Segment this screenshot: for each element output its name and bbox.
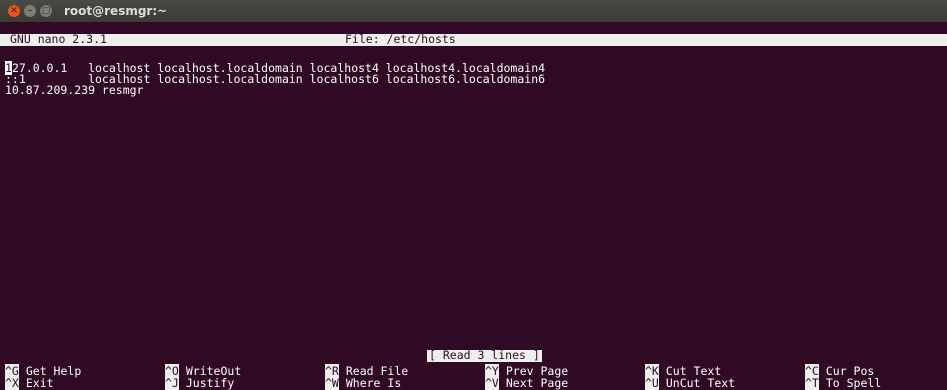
terminal-window: ✕ – □ root@resmgr:~ GNU nano 2.3.1 File:…: [0, 0, 947, 390]
status-message: [ Read 3 lines ]: [427, 348, 542, 362]
shortcut-to-spell[interactable]: ^T To Spell: [805, 376, 881, 390]
shortcut-uncut-text[interactable]: ^U UnCut Text: [645, 376, 735, 390]
shortcut-exit[interactable]: ^X Exit: [5, 376, 54, 390]
shortcut-next-page[interactable]: ^V Next Page: [485, 376, 568, 390]
maximize-icon[interactable]: □: [40, 5, 52, 17]
nano-header-bar: GNU nano 2.3.1 File: /etc/hosts: [0, 32, 947, 46]
minimize-icon[interactable]: –: [24, 5, 36, 17]
window-title: root@resmgr:~: [64, 4, 168, 18]
editor-line-3[interactable]: 10.87.209.239 resmgr: [5, 84, 143, 96]
shortcut-justify[interactable]: ^J Justify: [165, 376, 234, 390]
shortcut-help: ^G Get Help ^O WriteOut ^R Read File ^Y Prev…: [0, 364, 947, 390]
shortcut-where-is[interactable]: ^W Where Is: [325, 376, 401, 390]
window-controls: ✕ – □: [8, 5, 56, 17]
file-name: File: /etc/hosts: [345, 32, 456, 46]
terminal-area[interactable]: GNU nano 2.3.1 File: /etc/hosts 127.0.0.…: [0, 22, 947, 390]
nano-version: GNU nano 2.3.1: [10, 32, 107, 46]
title-bar[interactable]: ✕ – □ root@resmgr:~: [0, 0, 947, 22]
close-icon[interactable]: ✕: [8, 5, 20, 17]
